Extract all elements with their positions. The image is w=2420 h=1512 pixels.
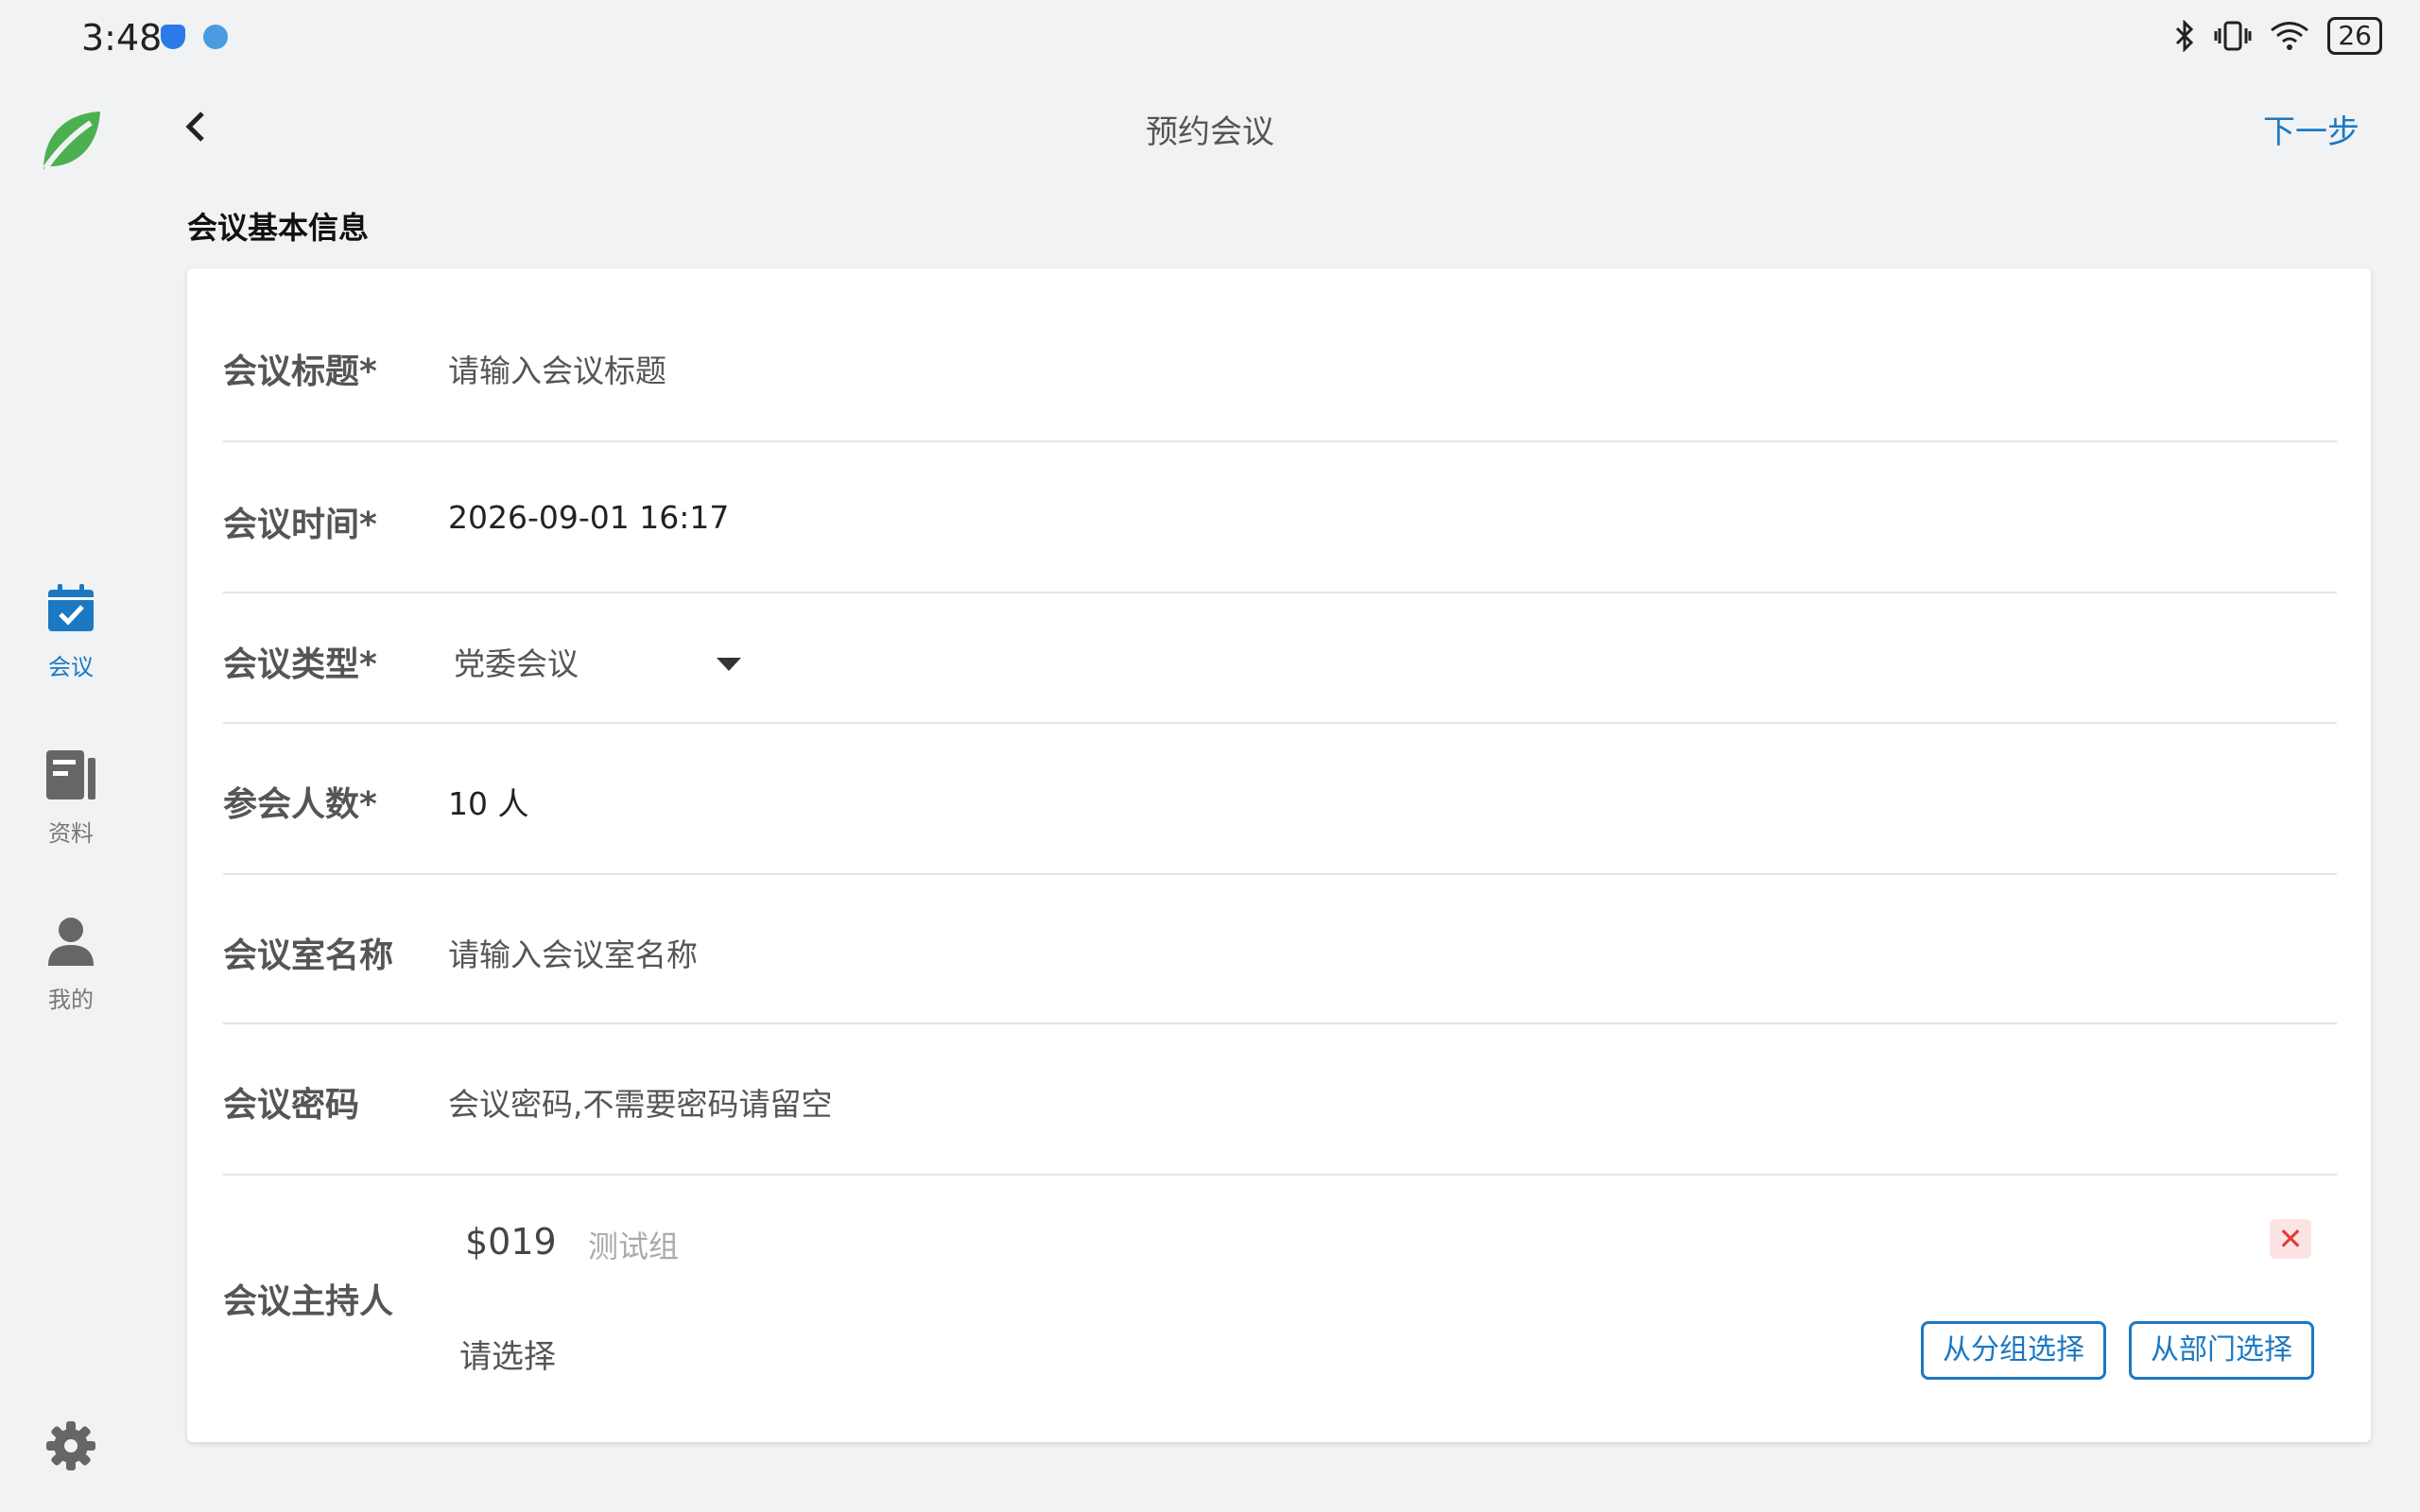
status-bar: 3:48 26	[0, 0, 2420, 76]
chevron-down-icon[interactable]	[717, 658, 741, 671]
select-from-department-button[interactable]: 从部门选择	[2129, 1321, 2314, 1380]
page-title: 预约会议	[1146, 113, 1274, 151]
password-label: 会议密码	[223, 1086, 360, 1125]
sidebar: 会议 资料 我的	[0, 76, 142, 1512]
form-row-title: 会议标题* 请输入会议标题	[223, 268, 2337, 442]
meeting-type-label: 会议类型*	[223, 645, 377, 684]
form-row-room: 会议室名称 请输入会议室名称	[223, 873, 2337, 1024]
form-row-type: 会议类型* 党委会议	[223, 592, 2337, 724]
calendar-check-icon	[48, 584, 94, 631]
sidebar-item-mine[interactable]: 我的	[0, 915, 142, 1014]
next-step-button[interactable]: 下一步	[2263, 106, 2360, 152]
form-row-time: 会议时间* 2026-09-01 16:17	[223, 440, 2337, 593]
section-title: 会议基本信息	[187, 210, 370, 246]
meeting-title-input[interactable]: 请输入会议标题	[448, 346, 666, 391]
form-row-attendees: 参会人数* 10 人	[223, 722, 2337, 875]
gear-icon[interactable]	[44, 1419, 97, 1472]
remove-host-button[interactable]: ✕	[2270, 1219, 2311, 1259]
host-label: 会议主持人	[223, 1282, 394, 1321]
room-name-input[interactable]: 请输入会议室名称	[448, 930, 698, 975]
shield-icon	[161, 25, 185, 49]
status-time: 3:48	[81, 17, 163, 59]
host-choose-text[interactable]: 请选择	[459, 1331, 556, 1377]
status-icons: 26	[2172, 17, 2382, 55]
meeting-time-label: 会议时间*	[223, 506, 377, 544]
person-icon	[48, 918, 94, 966]
form-row-password: 会议密码 会议密码,不需要密码请留空	[223, 1022, 2337, 1176]
globe-icon	[203, 25, 228, 49]
sidebar-item-meeting[interactable]: 会议	[0, 582, 142, 681]
sidebar-item-documents[interactable]: 资料	[0, 748, 142, 848]
meeting-form-card: 会议标题* 请输入会议标题 会议时间* 2026-09-01 16:17 会议类…	[187, 268, 2371, 1442]
wifi-icon	[2271, 22, 2309, 50]
close-icon: ✕	[2277, 1221, 2304, 1257]
password-input[interactable]: 会议密码,不需要密码请留空	[448, 1079, 833, 1125]
attendees-label: 参会人数*	[223, 785, 377, 824]
sidebar-item-label: 我的	[48, 987, 94, 1013]
meeting-type-select[interactable]: 党委会议	[454, 639, 579, 684]
sidebar-item-label: 会议	[48, 654, 94, 680]
meeting-title-label: 会议标题*	[223, 352, 377, 391]
battery-icon: 26	[2327, 17, 2382, 55]
meeting-time-field[interactable]: 2026-09-01 16:17	[448, 499, 729, 536]
sidebar-item-label: 资料	[48, 820, 94, 847]
host-selected-id: $019	[465, 1221, 557, 1263]
room-name-label: 会议室名称	[223, 936, 394, 975]
select-from-group-button[interactable]: 从分组选择	[1921, 1321, 2106, 1380]
vibrate-icon	[2214, 21, 2252, 51]
host-selected-group: 测试组	[588, 1228, 680, 1264]
attendees-input[interactable]: 10 人	[448, 779, 528, 824]
document-icon	[46, 750, 95, 799]
bluetooth-icon	[2176, 20, 2194, 52]
